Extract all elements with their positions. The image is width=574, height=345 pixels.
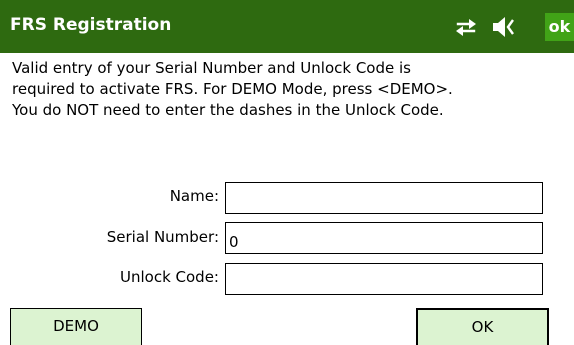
- instructions-text: Valid entry of your Serial Number and Un…: [12, 58, 567, 121]
- speaker-icon[interactable]: [490, 13, 518, 41]
- serial-number-field[interactable]: [225, 222, 543, 254]
- connectivity-arrows-icon[interactable]: [452, 13, 480, 41]
- name-label: Name:: [169, 187, 219, 205]
- ok-button[interactable]: OK: [416, 308, 549, 345]
- title-bar: FRS Registration ok: [0, 0, 574, 53]
- instructions-line: required to activate FRS. For DEMO Mode,…: [12, 80, 453, 98]
- instructions-line: Valid entry of your Serial Number and Un…: [12, 59, 411, 77]
- demo-button[interactable]: DEMO: [10, 308, 142, 345]
- serial-number-label: Serial Number:: [106, 228, 219, 246]
- title-ok-button[interactable]: ok: [545, 13, 574, 41]
- name-field[interactable]: [225, 182, 543, 214]
- instructions-line: You do NOT need to enter the dashes in t…: [12, 101, 444, 119]
- window-title: FRS Registration: [10, 15, 172, 35]
- unlock-code-field[interactable]: [225, 263, 543, 295]
- unlock-code-label: Unlock Code:: [120, 268, 219, 286]
